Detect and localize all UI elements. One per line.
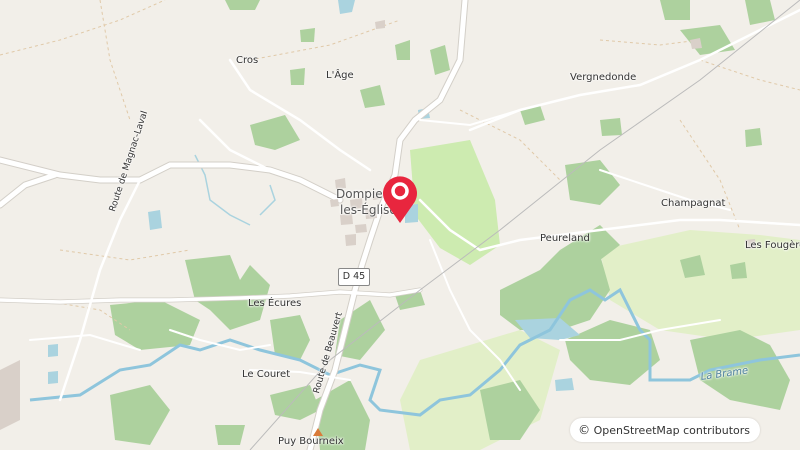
- place-label-vergnedonde: Vergnedonde: [570, 72, 637, 83]
- road-shield-d45: D 45: [338, 268, 370, 286]
- copyright-icon: ©: [578, 423, 591, 437]
- place-label-les-fougeres: Les Fougères: [745, 240, 800, 251]
- attribution-text[interactable]: OpenStreetMap contributors: [594, 424, 750, 437]
- place-label-les-ecures: Les Écures: [248, 298, 302, 309]
- location-pin-icon[interactable]: [382, 172, 418, 224]
- place-label-puy-bourneix: Puy Bourneix: [278, 436, 344, 447]
- place-label-lage: L'Âge: [326, 70, 354, 81]
- place-label-cros: Cros: [236, 55, 259, 66]
- roads: [0, 0, 800, 450]
- place-label-champagnat: Champagnat: [661, 198, 726, 209]
- road-casings: [0, 0, 469, 450]
- place-label-le-couret: Le Couret: [242, 369, 291, 380]
- map-canvas[interactable]: Route de Magnac-Laval Route de Beauvert …: [0, 0, 800, 450]
- stream: [259, 184, 276, 216]
- map-attribution[interactable]: © OpenStreetMap contributors: [570, 418, 760, 442]
- place-label-peureland: Peureland: [540, 233, 590, 244]
- map-base-layer: [0, 0, 800, 450]
